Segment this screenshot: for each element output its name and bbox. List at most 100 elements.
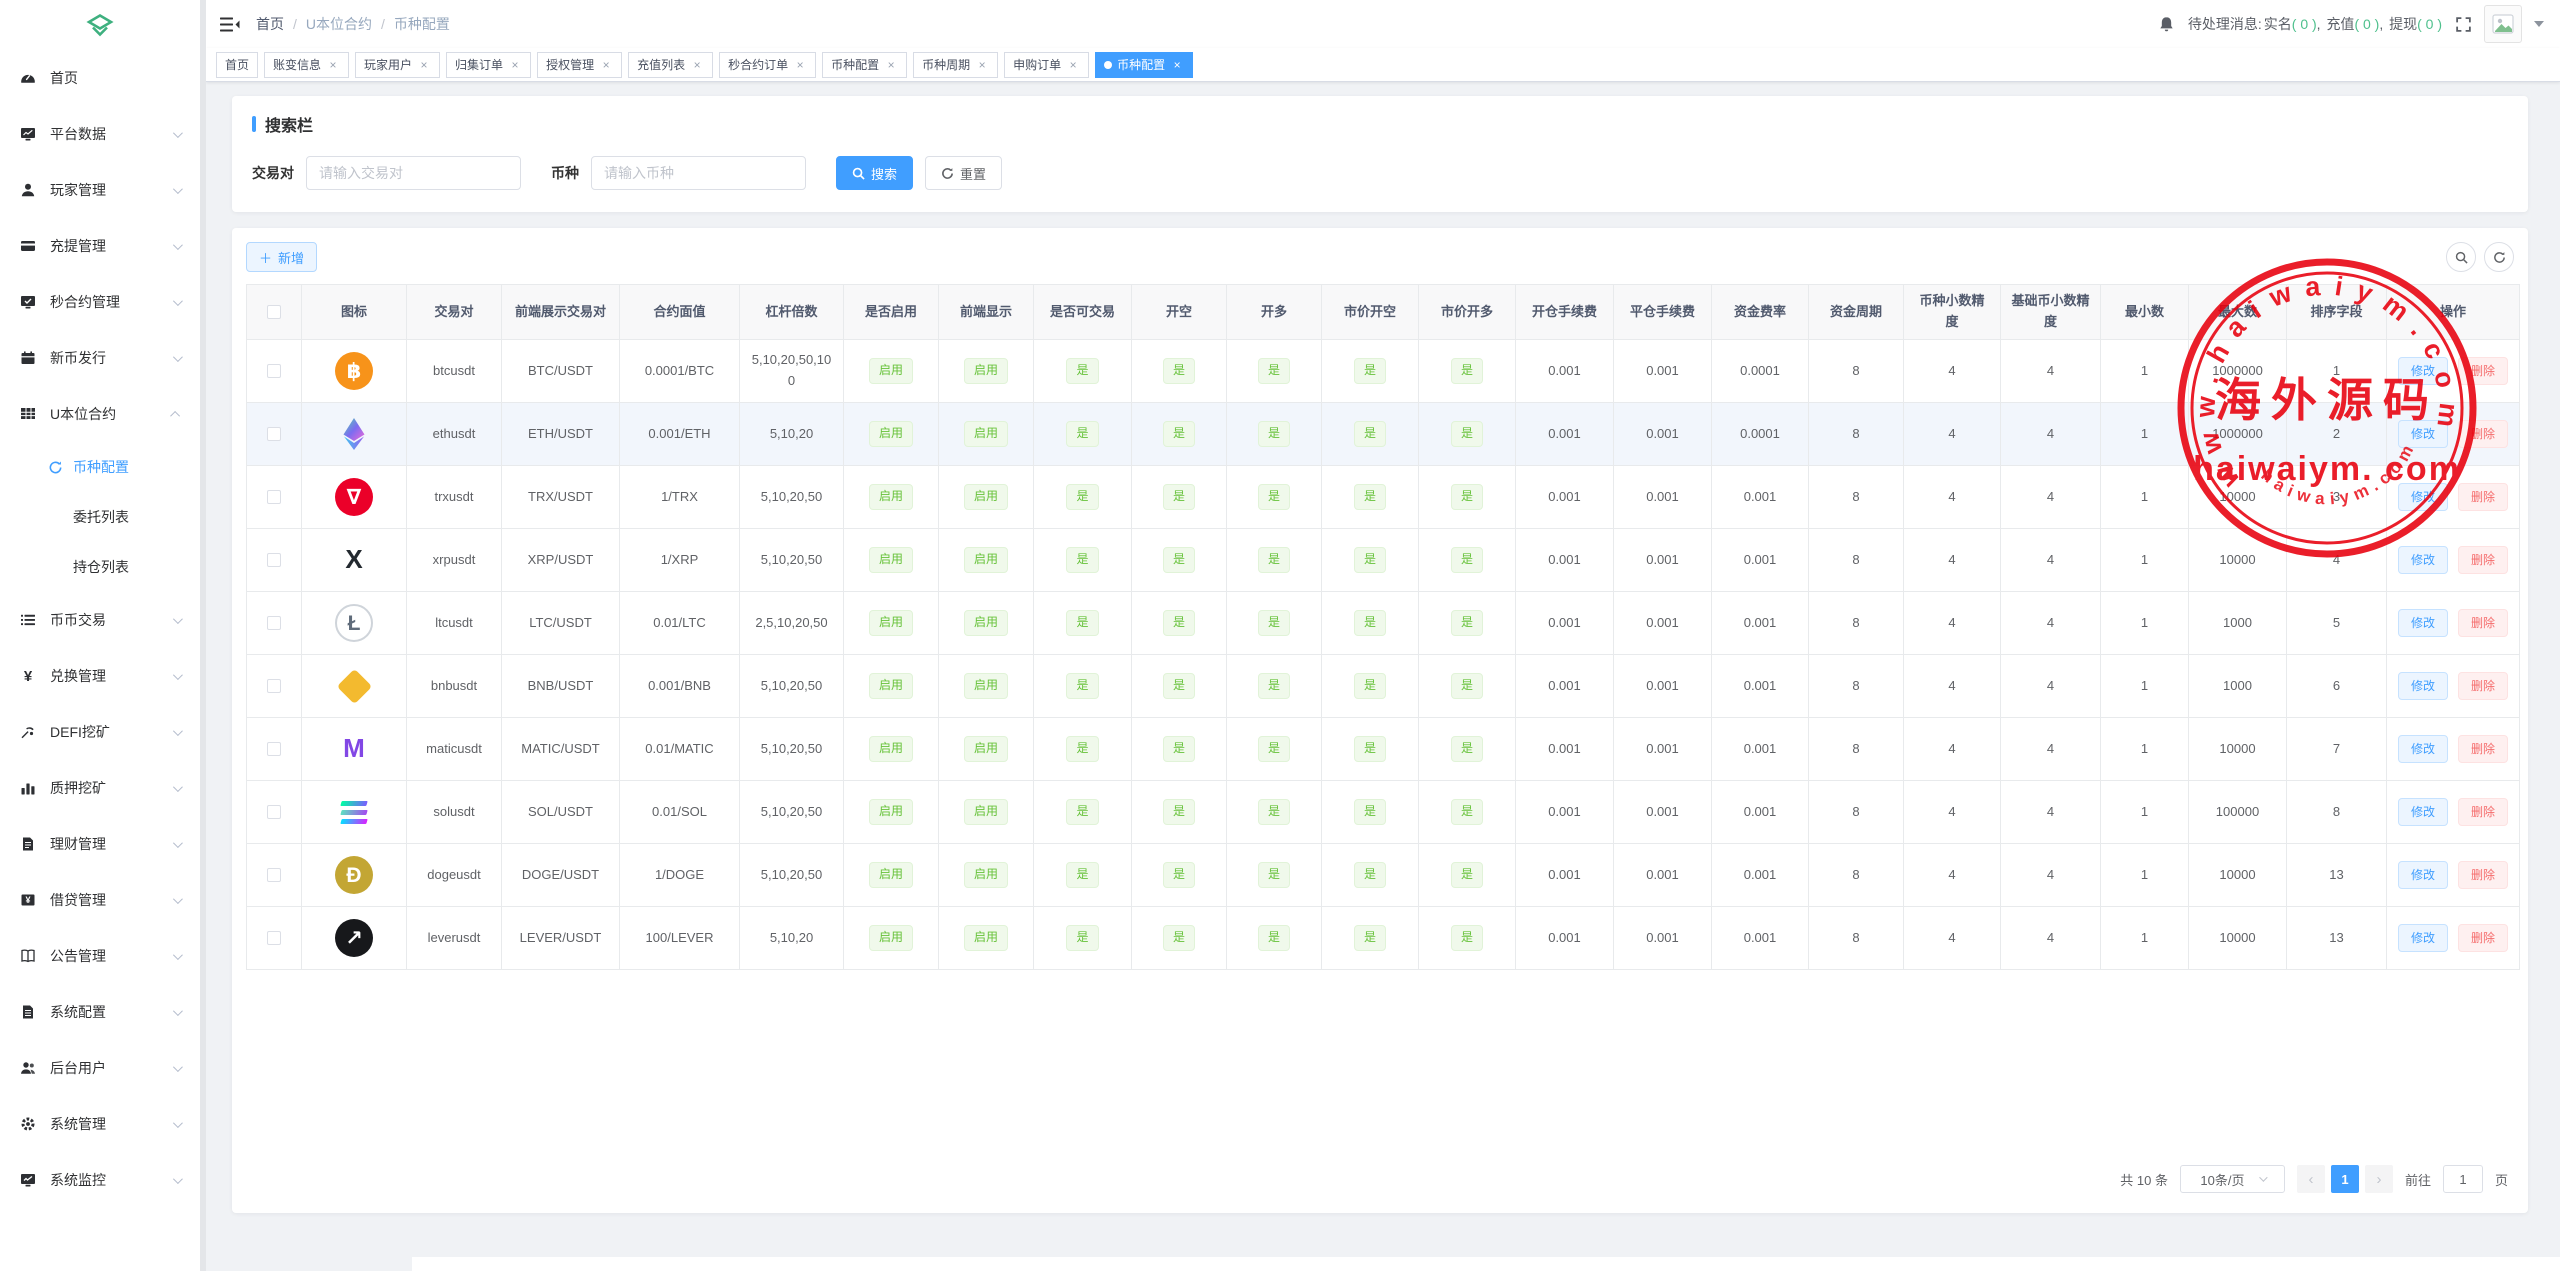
row-checkbox[interactable] [267,868,281,882]
sidebar-item-系统管理[interactable]: 系统管理 [0,1096,200,1152]
sidebar-item-后台用户[interactable]: 后台用户 [0,1040,200,1096]
edit-button[interactable]: 修改 [2398,483,2448,511]
tab-授权管理[interactable]: 授权管理× [537,52,622,78]
tab-账变信息[interactable]: 账变信息× [264,52,349,78]
tab-币种周期[interactable]: 币种周期× [913,52,998,78]
edit-button[interactable]: 修改 [2398,546,2448,574]
delete-button[interactable]: 删除 [2458,735,2508,763]
status-badge: 是 [1066,673,1098,698]
delete-button[interactable]: 删除 [2458,483,2508,511]
page-1-button[interactable]: 1 [2331,1165,2359,1193]
sidebar-item-玩家管理[interactable]: 玩家管理 [0,162,200,218]
tab-申购订单[interactable]: 申购订单× [1004,52,1089,78]
tab-玩家用户[interactable]: 玩家用户× [355,52,440,78]
breadcrumb-item-首页[interactable]: 首页 [256,14,284,34]
sidebar-item-理财管理[interactable]: 理财管理 [0,816,200,872]
delete-button[interactable]: 删除 [2458,420,2508,448]
row-checkbox[interactable] [267,616,281,630]
sidebar-item-借贷管理[interactable]: ¥借贷管理 [0,872,200,928]
tab-首页[interactable]: 首页 [216,52,258,78]
tab-币种配置-active[interactable]: 币种配置× [1095,52,1193,78]
sidebar-item-公告管理[interactable]: 公告管理 [0,928,200,984]
next-page-button[interactable]: › [2365,1165,2393,1193]
sidebar-item-系统监控[interactable]: 系统监控 [0,1152,200,1208]
page-size-select[interactable]: 10条/页 [2180,1165,2285,1193]
delete-button[interactable]: 删除 [2458,798,2508,826]
fullscreen-icon[interactable] [2452,13,2474,35]
add-button[interactable]: ＋ 新增 [246,242,317,272]
delete-button[interactable]: 删除 [2458,546,2508,574]
reset-button[interactable]: 重置 [925,156,1002,190]
close-icon[interactable]: × [690,58,704,72]
close-icon[interactable]: × [417,58,431,72]
close-icon[interactable]: × [793,58,807,72]
sidebar-item-币币交易[interactable]: 币币交易 [0,592,200,648]
row-checkbox[interactable] [267,553,281,567]
交易对-input[interactable] [306,156,521,190]
cell-min_amount: 1 [2101,340,2189,403]
edit-button[interactable]: 修改 [2398,735,2448,763]
message-充值[interactable]: 充值( 0 ), [2326,14,2387,34]
close-icon[interactable]: × [884,58,898,72]
sidebar-item-U本位合约[interactable]: U本位合约 [0,386,200,442]
refresh-icon[interactable] [2484,242,2514,272]
message-提现[interactable]: 提现( 0 ) [2389,14,2442,34]
bell-icon[interactable] [2156,13,2178,35]
sidebar-item-首页[interactable]: 首页 [0,50,200,106]
edit-button[interactable]: 修改 [2398,609,2448,637]
tab-充值列表[interactable]: 充值列表× [628,52,713,78]
message-实名[interactable]: 实名( 0 ), [2264,14,2325,34]
row-checkbox[interactable] [267,427,281,441]
edit-button[interactable]: 修改 [2398,861,2448,889]
close-icon[interactable]: × [1170,58,1184,72]
edit-button[interactable]: 修改 [2398,924,2448,952]
sidebar-item-DEFI挖矿[interactable]: DEFI挖矿 [0,704,200,760]
tab-秒合约订单[interactable]: 秒合约订单× [719,52,816,78]
sidebar-subitem-委托列表[interactable]: 委托列表 [0,492,200,542]
edit-button[interactable]: 修改 [2398,357,2448,385]
bottom-scrollbar-track[interactable] [412,1257,2560,1271]
tab-币种配置[interactable]: 币种配置× [822,52,907,78]
sidebar-item-质押挖矿[interactable]: 质押挖矿 [0,760,200,816]
close-icon[interactable]: × [508,58,522,72]
status-badge: 是 [1258,673,1290,698]
sidebar-item-秒合约管理[interactable]: 秒合约管理 [0,274,200,330]
sidebar-item-平台数据[interactable]: 平台数据 [0,106,200,162]
row-checkbox[interactable] [267,490,281,504]
search-button[interactable]: 搜索 [836,156,913,190]
sidebar-item-系统配置[interactable]: 系统配置 [0,984,200,1040]
delete-button[interactable]: 删除 [2458,357,2508,385]
sidebar-scrollbar[interactable] [200,0,206,1271]
row-checkbox[interactable] [267,679,281,693]
币种-input[interactable] [591,156,806,190]
close-icon[interactable]: × [1066,58,1080,72]
search-toggle-icon[interactable] [2446,242,2476,272]
goto-page-input[interactable] [2443,1165,2483,1193]
avatar[interactable] [2484,5,2522,43]
row-checkbox[interactable] [267,931,281,945]
delete-button[interactable]: 删除 [2458,609,2508,637]
row-checkbox[interactable] [267,805,281,819]
edit-button[interactable]: 修改 [2398,672,2448,700]
edit-button[interactable]: 修改 [2398,420,2448,448]
sidebar-item-充提管理[interactable]: 充提管理 [0,218,200,274]
sidebar-toggle-icon[interactable] [220,17,240,32]
sidebar-item-新币发行[interactable]: 新币发行 [0,330,200,386]
delete-button[interactable]: 删除 [2458,924,2508,952]
delete-button[interactable]: 删除 [2458,861,2508,889]
app-logo[interactable] [0,0,200,50]
sidebar-subitem-币种配置[interactable]: 币种配置 [0,442,200,492]
sidebar-item-兑换管理[interactable]: ¥兑换管理 [0,648,200,704]
user-menu-caret-icon[interactable] [2534,21,2544,27]
tab-归集订单[interactable]: 归集订单× [446,52,531,78]
delete-button[interactable]: 删除 [2458,672,2508,700]
prev-page-button[interactable]: ‹ [2297,1165,2325,1193]
close-icon[interactable]: × [326,58,340,72]
close-icon[interactable]: × [599,58,613,72]
sidebar-subitem-持仓列表[interactable]: 持仓列表 [0,542,200,592]
edit-button[interactable]: 修改 [2398,798,2448,826]
close-icon[interactable]: × [975,58,989,72]
select-all-checkbox[interactable] [267,305,281,319]
row-checkbox[interactable] [267,742,281,756]
row-checkbox[interactable] [267,364,281,378]
